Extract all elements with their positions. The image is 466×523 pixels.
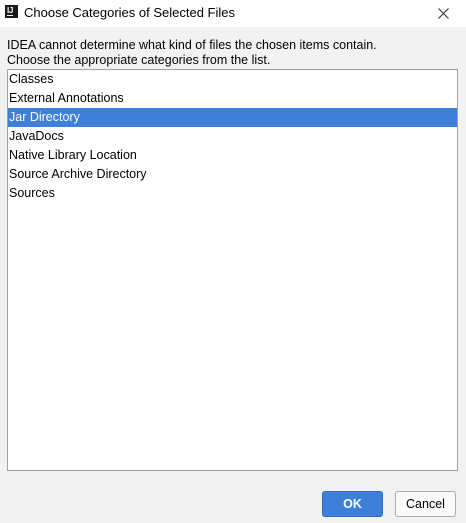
list-item-source-archive-directory[interactable]: Source Archive Directory [8,165,457,184]
list-item-native-library-location[interactable]: Native Library Location [8,146,457,165]
list-item-sources[interactable]: Sources [8,184,457,203]
dialog-title: Choose Categories of Selected Files [24,5,236,20]
list-item-classes[interactable]: Classes [8,70,457,89]
cancel-button[interactable]: Cancel [395,491,456,517]
list-item-javadocs[interactable]: JavaDocs [8,127,457,146]
list-item-jar-directory[interactable]: Jar Directory [8,108,457,127]
list-item-external-annotations[interactable]: External Annotations [8,89,457,108]
intellij-idea-icon: IJ [5,5,18,18]
title-bar[interactable]: IJ Choose Categories of Selected Files [0,0,466,27]
message-line-2: Choose the appropriate categories from t… [7,53,271,67]
categories-list[interactable]: Classes External Annotations Jar Directo… [7,69,458,471]
close-icon[interactable] [428,0,458,27]
dialog-window: IJ Choose Categories of Selected Files I… [0,0,466,523]
instruction-message: IDEA cannot determine what kind of files… [7,38,377,68]
ok-button[interactable]: OK [322,491,383,517]
message-line-1: IDEA cannot determine what kind of files… [7,38,377,52]
close-icon-glyph [438,8,449,19]
